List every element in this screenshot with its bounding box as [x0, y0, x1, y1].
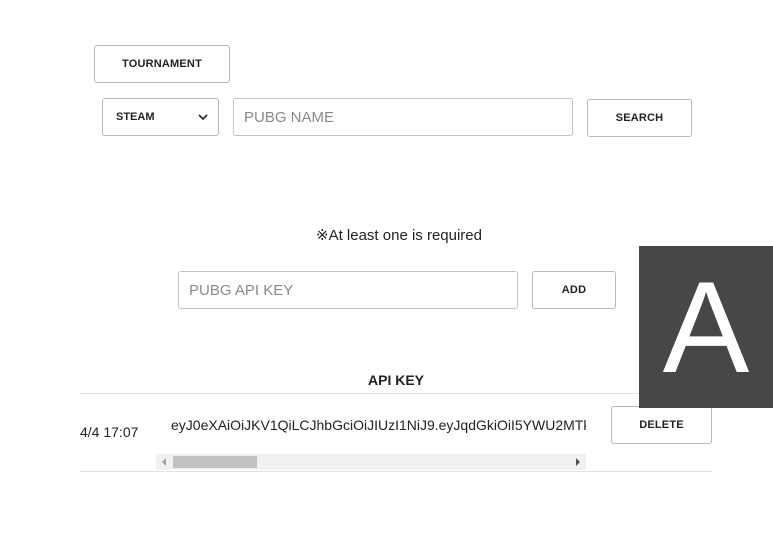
- required-note: ※At least one is required: [316, 227, 482, 244]
- pubg-name-input[interactable]: [233, 98, 573, 136]
- platform-select[interactable]: STEAM: [102, 98, 219, 136]
- table-divider-bottom: [80, 471, 712, 472]
- row-date: 4/4 17:07: [80, 424, 139, 440]
- search-button[interactable]: SEARCH: [587, 99, 692, 137]
- api-key-scroll-area[interactable]: eyJ0eXAiOiJKV1QiLCJhbGciOiJIUzI1NiJ9.eyJ…: [156, 408, 586, 470]
- row-api-key: eyJ0eXAiOiJKV1QiLCJhbGciOiJIUzI1NiJ9.eyJ…: [171, 417, 586, 433]
- horizontal-scrollbar[interactable]: [156, 454, 586, 470]
- tournament-button[interactable]: TOURNAMENT: [94, 45, 230, 83]
- scrollbar-thumb[interactable]: [173, 456, 257, 468]
- table-divider-top: [80, 393, 712, 394]
- add-button[interactable]: ADD: [532, 271, 616, 309]
- api-key-column-header: API KEY: [368, 372, 425, 388]
- letter-avatar: A: [639, 246, 773, 408]
- scroll-left-icon[interactable]: [156, 454, 172, 470]
- scroll-right-icon[interactable]: [570, 454, 586, 470]
- platform-select-value: STEAM: [116, 111, 155, 123]
- delete-button[interactable]: DELETE: [611, 406, 712, 444]
- api-key-input[interactable]: [178, 271, 518, 309]
- chevron-down-icon: [198, 113, 208, 121]
